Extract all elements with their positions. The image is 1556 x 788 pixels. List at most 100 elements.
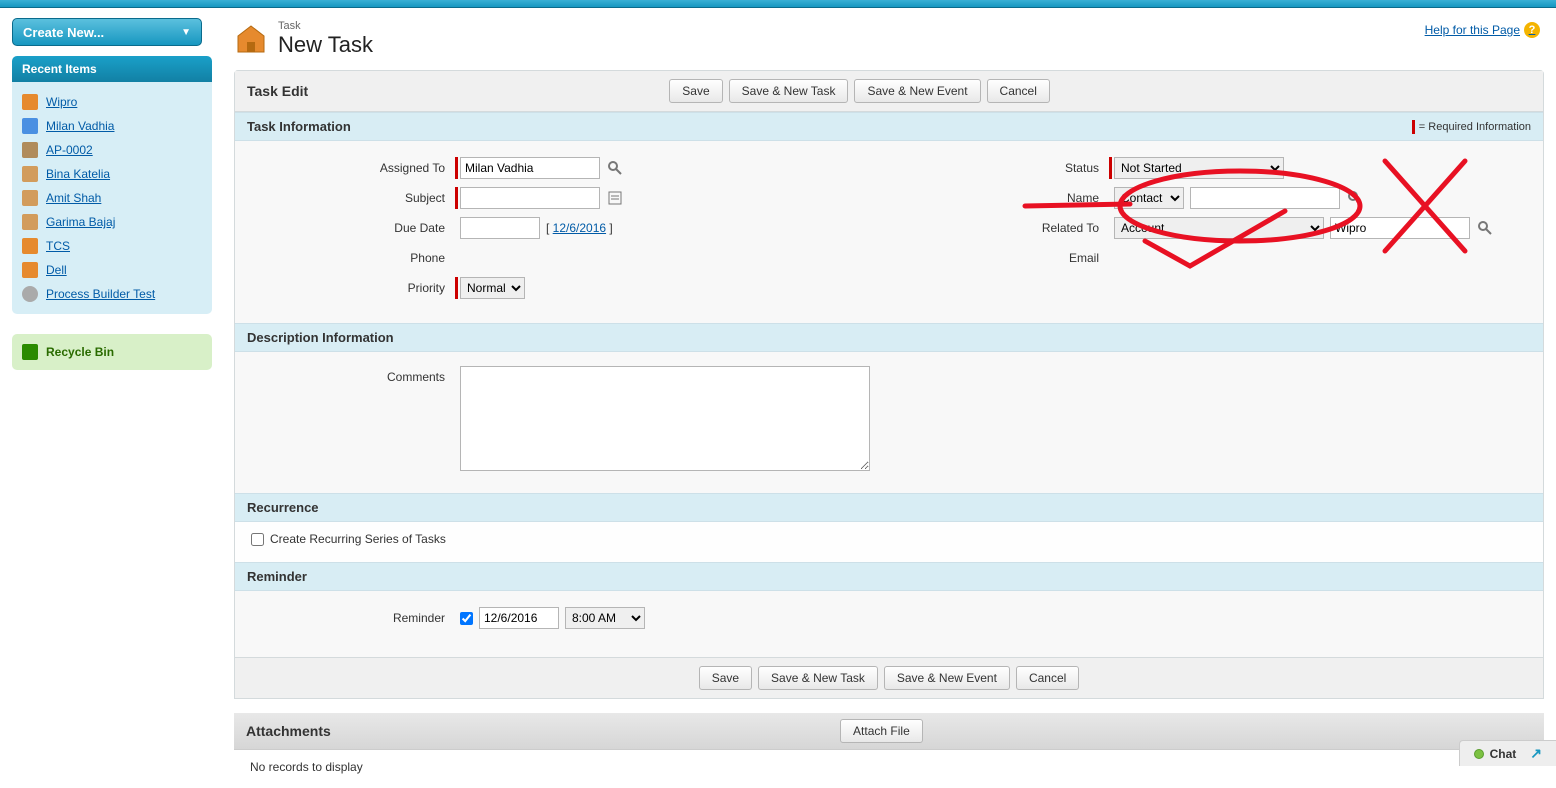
recent-item-link[interactable]: Dell [46, 263, 67, 277]
save-new-task-button[interactable]: Save & New Task [729, 79, 849, 103]
save-button[interactable]: Save [669, 79, 722, 103]
related-to-label: Related To [909, 221, 1109, 235]
record-type-icon [22, 262, 38, 278]
breadcrumb: Task [278, 20, 373, 32]
recent-item[interactable]: Amit Shah [22, 186, 202, 210]
recent-items-list: Wipro Milan Vadhia AP-0002 Bina Katelia Amit… [12, 82, 212, 314]
create-new-button[interactable]: Create New... ▼ [12, 18, 202, 46]
help-icon: ? [1524, 22, 1540, 38]
related-to-type-select[interactable]: Account [1114, 217, 1324, 239]
reminder-time-select[interactable]: 8:00 AM [565, 607, 645, 629]
recurrence-section-head: Recurrence [235, 493, 1543, 522]
required-indicator [1109, 157, 1112, 179]
save-new-event-button[interactable]: Save & New Event [884, 666, 1010, 690]
expand-icon[interactable]: ↗ [1530, 745, 1542, 762]
top-button-row: Save Save & New Task Save & New Event Ca… [308, 79, 1411, 103]
attachments-body: No records to display [234, 749, 1544, 784]
recent-item-link[interactable]: Bina Katelia [46, 167, 110, 181]
recent-item[interactable]: AP-0002 [22, 138, 202, 162]
task-info-form: Assigned To Subject [235, 141, 1543, 323]
recent-item[interactable]: Wipro [22, 90, 202, 114]
recent-item[interactable]: Garima Bajaj [22, 210, 202, 234]
status-label: Status [909, 161, 1109, 175]
record-type-icon [22, 286, 38, 302]
recent-item-link[interactable]: TCS [46, 239, 70, 253]
save-new-event-button[interactable]: Save & New Event [854, 79, 980, 103]
required-indicator [455, 277, 458, 299]
attach-file-button[interactable]: Attach File [840, 719, 923, 743]
recycle-bin-link[interactable]: Recycle Bin [46, 345, 114, 359]
reminder-form: Reminder 8:00 AM [235, 591, 1543, 657]
record-type-icon [22, 142, 38, 158]
due-date-input[interactable] [460, 217, 540, 239]
recycle-bin-icon [22, 344, 38, 360]
recurrence-heading: Recurrence [247, 500, 319, 515]
recent-items-box: Recent Items WiproMilan VadhiaAP-0002Bin… [12, 56, 212, 314]
subject-input[interactable] [460, 187, 600, 209]
recent-item-link[interactable]: Process Builder Test [46, 287, 155, 301]
attachments-block: Attachments Attach File No records to di… [234, 713, 1544, 784]
reminder-label: Reminder [255, 611, 455, 625]
bottom-button-bar: Save Save & New Task Save & New Event Ca… [235, 657, 1543, 698]
create-recurring-checkbox[interactable] [251, 533, 264, 546]
attachments-heading: Attachments [246, 723, 331, 739]
task-edit-title-bar: Task Edit Save Save & New Task Save & Ne… [235, 71, 1543, 112]
reminder-checkbox[interactable] [460, 612, 473, 625]
sidebar: Create New... ▼ Recent Items WiproMilan … [12, 18, 212, 788]
task-edit-heading: Task Edit [247, 83, 308, 99]
record-type-icon [22, 238, 38, 254]
phone-label: Phone [255, 251, 455, 265]
cancel-button[interactable]: Cancel [1016, 666, 1079, 690]
chat-label: Chat [1490, 747, 1517, 761]
lookup-icon[interactable] [1476, 219, 1494, 237]
task-info-heading: Task Information [247, 119, 351, 134]
save-button[interactable]: Save [699, 666, 752, 690]
save-new-task-button[interactable]: Save & New Task [758, 666, 878, 690]
comments-label: Comments [255, 366, 455, 384]
recycle-bin[interactable]: Recycle Bin [12, 334, 212, 370]
subject-combo-icon[interactable] [606, 189, 624, 207]
recent-item-link[interactable]: Wipro [46, 95, 77, 109]
required-note: = Required Information [1412, 120, 1531, 134]
recent-item[interactable]: Dell [22, 258, 202, 282]
name-input[interactable] [1190, 187, 1340, 209]
priority-select[interactable]: Normal [460, 277, 525, 299]
recent-item[interactable]: TCS [22, 234, 202, 258]
lookup-icon[interactable] [606, 159, 624, 177]
record-type-icon [22, 190, 38, 206]
recent-item-link[interactable]: Garima Bajaj [46, 215, 115, 229]
recent-item[interactable]: Process Builder Test [22, 282, 202, 306]
related-to-input[interactable] [1330, 217, 1470, 239]
subject-label: Subject [255, 191, 455, 205]
due-date-label: Due Date [255, 221, 455, 235]
cancel-button[interactable]: Cancel [987, 79, 1050, 103]
comments-textarea[interactable] [460, 366, 870, 471]
help-link[interactable]: Help for this Page ? [1425, 22, 1540, 38]
help-link-text: Help for this Page [1425, 23, 1520, 37]
status-select[interactable]: Not Started [1114, 157, 1284, 179]
recent-item[interactable]: Milan Vadhia [22, 114, 202, 138]
name-label: Name [909, 191, 1109, 205]
lookup-icon[interactable] [1346, 189, 1364, 207]
today-date-link[interactable]: [ 12/6/2016 ] [546, 221, 613, 235]
record-type-icon [22, 94, 38, 110]
recent-item-link[interactable]: Amit Shah [46, 191, 101, 205]
required-bar-icon [1412, 120, 1415, 134]
bottom-button-row: Save Save & New Task Save & New Event Ca… [367, 666, 1411, 690]
chat-dock[interactable]: Chat ↗ [1459, 740, 1556, 766]
create-recurring-row[interactable]: Create Recurring Series of Tasks [251, 532, 1527, 546]
page-header: Task New Task Help for this Page ? [234, 18, 1544, 70]
record-type-icon [22, 166, 38, 182]
presence-icon [1474, 749, 1484, 759]
assigned-to-input[interactable] [460, 157, 600, 179]
recent-item[interactable]: Bina Katelia [22, 162, 202, 186]
record-type-icon [22, 118, 38, 134]
create-new-label: Create New... [23, 25, 104, 40]
recent-item-link[interactable]: Milan Vadhia [46, 119, 114, 133]
name-type-select[interactable]: Contact [1114, 187, 1184, 209]
task-info-section-head: Task Information = Required Information [235, 112, 1543, 141]
reminder-section-head: Reminder [235, 562, 1543, 591]
page-title: New Task [278, 32, 373, 58]
reminder-date-input[interactable] [479, 607, 559, 629]
recent-item-link[interactable]: AP-0002 [46, 143, 93, 157]
